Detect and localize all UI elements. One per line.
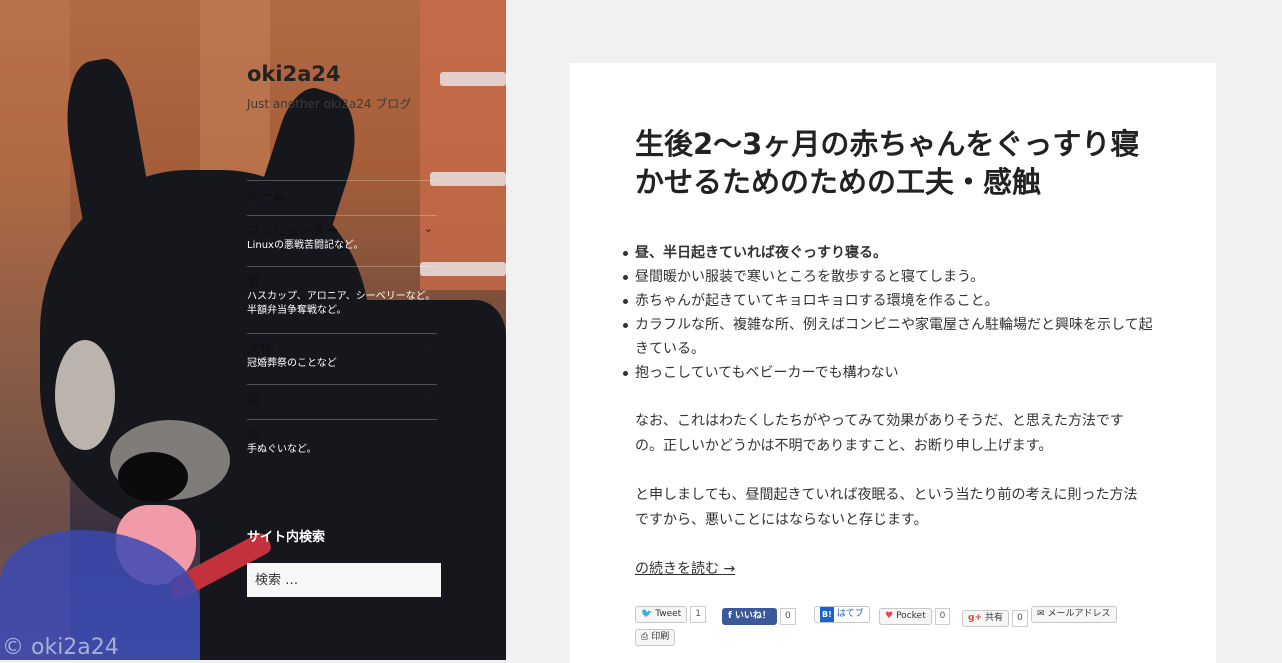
email-button[interactable]: ✉ メールアドレス [1031,606,1117,623]
pocket-button[interactable]: ♥ Pocket [879,608,932,625]
dog-cheek [55,340,115,450]
email-label: メールアドレス [1047,609,1111,619]
chevron-down-icon[interactable]: ⌄ [424,222,433,235]
hatena-bookmark-button[interactable]: B! はてブ [814,606,870,623]
google-plus-label: 共有 [984,613,1003,623]
post-paragraph: と申しましても、昼間起きていれば夜眠る、という当たり前の考えに則った方法ですから… [635,487,1138,528]
list-item: カラフルな所、複雑な所、例えばコンビニや家電屋さん駐輪場だと興味を示して起きてい… [623,313,1155,361]
read-more-link[interactable]: の続きを読む → [635,558,735,578]
background-photo-stripe [440,72,506,86]
tweet-share[interactable]: 🐦 Tweet 1 [635,606,706,623]
facebook-like-button[interactable]: f いいね！ [722,608,777,625]
printer-icon: ⎙ [641,632,649,642]
nav-item-label[interactable]: 食 [247,271,437,290]
hatena-label: はてブ [836,609,864,619]
nav-item-description: 冠婚葬祭のことなど [247,358,337,369]
google-plus-button[interactable]: g+ 共有 [962,610,1009,627]
dog-ear [55,55,155,235]
nav-item-label[interactable]: コンピューター [247,220,437,239]
envelope-icon: ✉ [1037,609,1045,619]
tweet-count: 1 [690,606,706,623]
google-plus-icon: g+ [968,613,982,623]
twitter-bird-icon: 🐦 [641,609,653,619]
facebook-like-label: いいね！ [734,611,771,621]
nav-item-house[interactable]: 住 ⌄ [247,384,437,419]
post-paragraph: なお、これはわたくしたちがやってみて効果がありそうだ、と思えた方法ですの。正しい… [635,413,1124,454]
site-title[interactable]: oki2a24 [247,62,341,86]
list-item: 赤ちゃんが起きていてキョロキョロする環境を作ること。 [623,289,1155,313]
facebook-share[interactable]: f いいね！ 0 [722,608,796,625]
chevron-down-icon[interactable]: ⌄ [424,391,433,404]
post-title[interactable]: 生後2〜3ヶ月の赤ちゃんをぐっすり寝かせるためのための工夫・感触 [635,125,1155,201]
list-item: 昼間暖かい服装で寒いところを散歩すると寝てしまう。 [623,265,1155,289]
nav-item-label[interactable]: ホーム [247,185,437,204]
pocket-label: Pocket [896,611,926,621]
nav-item-description: 手ぬぐいなど。 [247,444,317,455]
print-button[interactable]: ⎙ 印刷 [635,629,676,646]
print-share[interactable]: ⎙ 印刷 [635,629,676,646]
nav-item-computer[interactable]: コンピューター Linuxの悪戦苦闘記など。 ⌄ [247,215,437,266]
nav-item-home[interactable]: ホーム [247,180,437,215]
search-input[interactable] [247,563,441,597]
hatena-share[interactable]: B! はてブ [814,606,870,623]
facebook-f-icon: f [728,611,732,621]
list-item: 昼、半日起きていれば夜ぐっすり寝る。 [623,241,1155,265]
list-item: 抱っこしていてもベビーカーでも構わない [623,361,1155,385]
pocket-count: 0 [934,608,951,625]
facebook-count: 0 [779,608,796,625]
nav-item-food[interactable]: 食 ハスカップ、アロニア、シーベリーなど。半額弁当争奪戦など。 [247,266,437,333]
email-share[interactable]: ✉ メールアドレス [1031,606,1117,623]
print-label: 印刷 [651,632,670,642]
background-photo-stripe [430,172,506,186]
post-bullet-list: 昼、半日起きていれば夜ぐっすり寝る。 昼間暖かい服装で寒いところを散歩すると寝て… [623,241,1155,385]
tweet-button[interactable]: 🐦 Tweet [635,606,688,623]
search-widget-title: サイト内検索 [247,530,326,545]
nav-item-clothing[interactable]: 衣 手ぬぐいなど。 [247,419,437,470]
tweet-label: Tweet [655,609,682,619]
chevron-down-icon[interactable]: ⌄ [424,340,433,353]
nav-item-description: Linuxの悪戦苦闘記など。 [247,240,364,251]
google-plus-count: 0 [1012,610,1028,627]
photo-watermark: © oki2a24 [2,635,119,660]
nav-item-label[interactable]: 文化 [247,338,437,357]
hatena-b-icon: B! [820,607,834,622]
google-plus-share[interactable]: g+ 共有 0 [962,610,1028,627]
sidebar: © oki2a24 oki2a24 Just another oki2a24 ブ… [0,0,506,660]
main-navigation: ホーム コンピューター Linuxの悪戦苦闘記など。 ⌄ 食 ハスカップ、アロニ… [247,180,437,470]
dog-nose [118,452,188,502]
nav-item-label[interactable]: 衣 [247,424,437,443]
pocket-share[interactable]: ♥ Pocket 0 [879,608,951,625]
nav-item-description: ハスカップ、アロニア、シーベリーなど。半額弁当争奪戦など。 [247,291,436,316]
nav-item-culture[interactable]: 文化 冠婚葬祭のことなど ⌄ [247,333,437,384]
nav-item-label[interactable]: 住 [247,389,437,408]
site-description: Just another oki2a24 ブログ [247,97,412,111]
pocket-icon: ♥ [885,611,894,621]
post-card: 生後2〜3ヶ月の赤ちゃんをぐっすり寝かせるためのための工夫・感触 昼、半日起きて… [570,63,1216,663]
